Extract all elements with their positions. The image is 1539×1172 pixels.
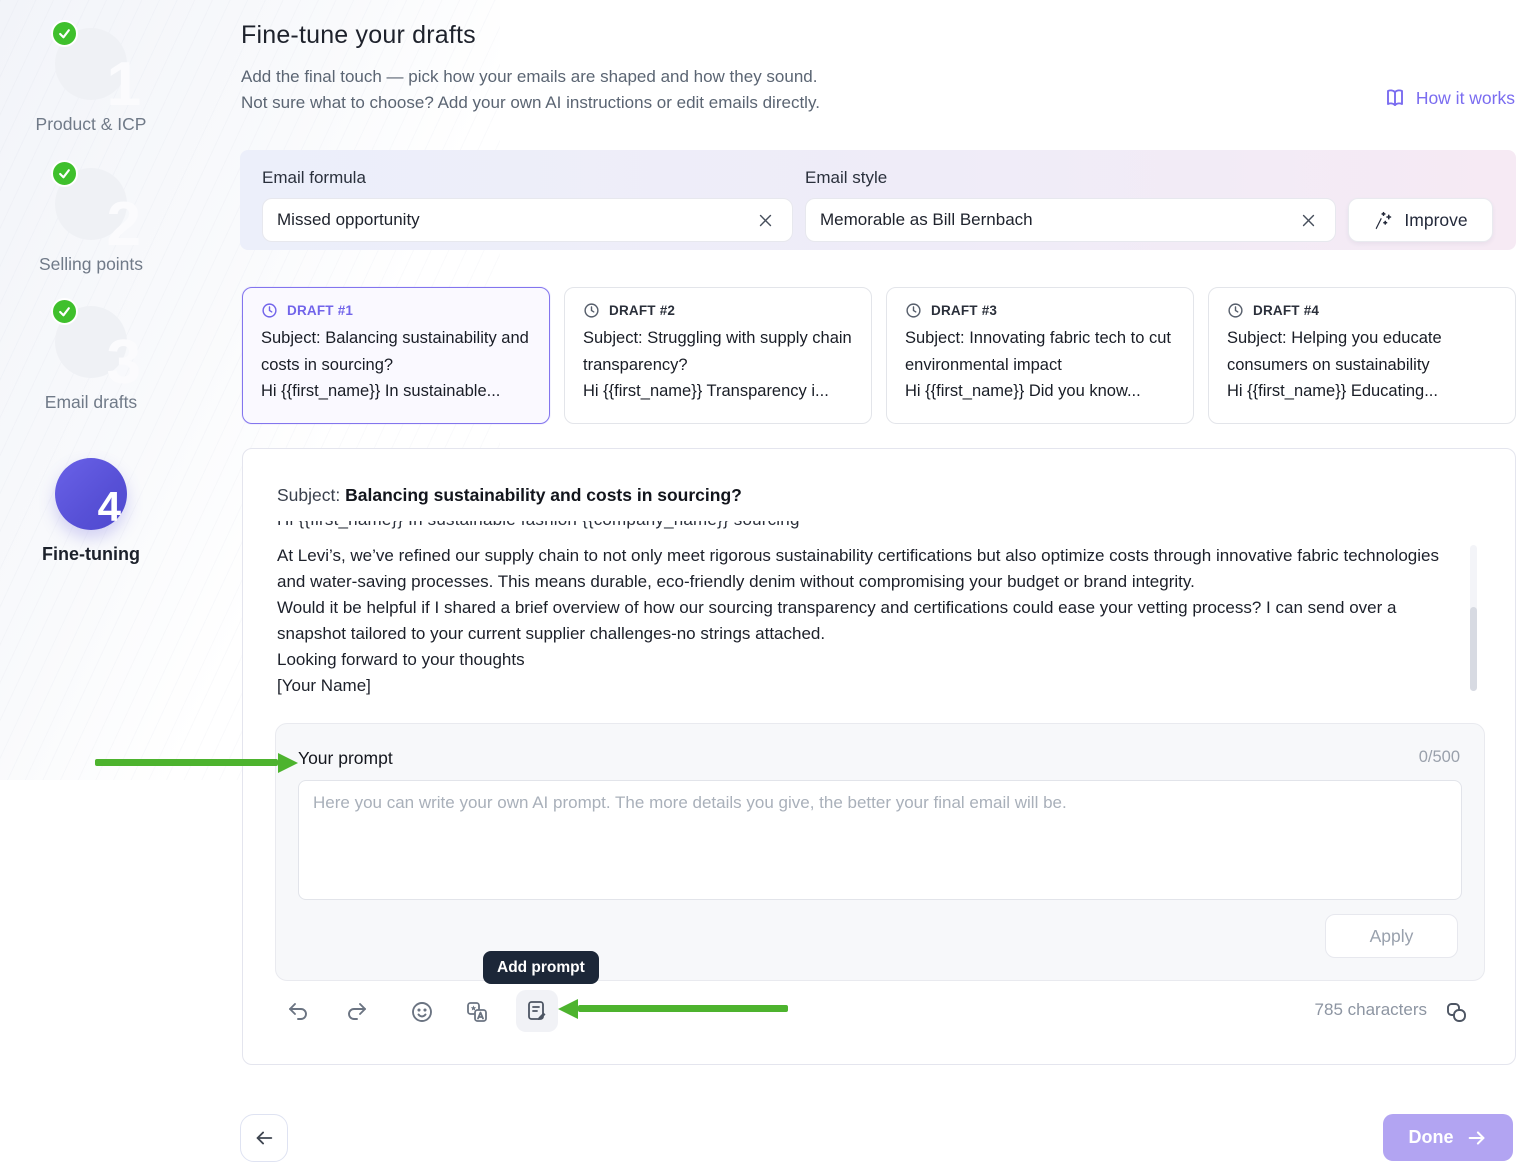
step-number: 4 (98, 486, 121, 528)
emoji-button[interactable] (406, 996, 438, 1028)
redo-icon (344, 1000, 368, 1024)
apply-button[interactable]: Apply (1325, 914, 1458, 958)
draft-label: DRAFT #2 (609, 303, 675, 318)
step-number: 3 (107, 332, 141, 394)
email-style-label: Email style (805, 168, 887, 188)
sidebar-step-email-drafts[interactable]: 3 Email drafts (6, 306, 176, 413)
step-label: Email drafts (6, 392, 176, 413)
smiley-icon (410, 1000, 434, 1024)
email-style-input[interactable] (820, 210, 1295, 230)
email-formula-label: Email formula (262, 168, 366, 188)
clock-icon (583, 302, 600, 319)
check-icon (51, 160, 78, 187)
draft-label: DRAFT #3 (931, 303, 997, 318)
check-icon (51, 298, 78, 325)
draft-card-3[interactable]: DRAFT #3 Subject: Innovating fabric tech… (886, 287, 1194, 424)
done-button[interactable]: Done (1383, 1114, 1513, 1161)
arrow-right-icon (1466, 1127, 1488, 1149)
fine-tuning-screen: 1 Product & ICP 2 Selling points 3 (0, 0, 1539, 1172)
step-circle-1: 1 (55, 28, 127, 100)
ai-prompt-panel: Your prompt 0/500 Apply (275, 723, 1485, 981)
email-editor-card: Subject: Balancing sustainability and co… (242, 448, 1516, 1065)
done-label: Done (1409, 1127, 1454, 1148)
copy-button[interactable] (1441, 997, 1471, 1027)
prompt-textarea[interactable] (298, 780, 1462, 900)
add-prompt-button[interactable] (516, 990, 558, 1032)
formula-style-panel: Email formula Email style Improve (240, 150, 1516, 250)
how-it-works-label: How it works (1416, 88, 1515, 109)
clear-style-icon[interactable] (1295, 207, 1321, 233)
subject-text: Balancing sustainability and costs in so… (345, 485, 742, 505)
improve-label: Improve (1404, 210, 1467, 231)
email-formula-input-wrap (262, 198, 793, 242)
step-circle-3: 3 (55, 306, 127, 378)
improve-button[interactable]: Improve (1348, 198, 1493, 242)
email-paragraph: At Levi’s, we’ve refined our supply chai… (277, 543, 1459, 595)
step-label: Product & ICP (6, 114, 176, 135)
draft-subject: Subject: Innovating fabric tech to cut e… (905, 325, 1175, 378)
back-button[interactable] (240, 1114, 288, 1162)
clear-formula-icon[interactable] (752, 207, 778, 233)
clipped-scrolled-line: Hi {{first_name}} In sustainable fashion… (277, 521, 1437, 534)
clock-icon (1227, 302, 1244, 319)
copy-icon (1444, 1000, 1468, 1024)
draft-preview: Hi {{first_name}} Did you know... (905, 378, 1175, 405)
translate-icon (465, 1000, 489, 1024)
clock-icon (905, 302, 922, 319)
prompt-label: Your prompt (298, 748, 393, 769)
redo-button[interactable] (340, 996, 372, 1028)
editor-toolbar: 785 characters (243, 990, 1517, 1034)
add-prompt-tooltip: Add prompt (483, 951, 599, 984)
draft-subject: Subject: Helping you educate consumers o… (1227, 325, 1497, 378)
draft-preview: Hi {{first_name}} Transparency i... (583, 378, 853, 405)
character-count: 785 characters (1315, 1000, 1427, 1020)
how-it-works-link[interactable]: How it works (1383, 86, 1515, 110)
undo-icon (287, 1000, 311, 1024)
draft-card-4[interactable]: DRAFT #4 Subject: Helping you educate co… (1208, 287, 1516, 424)
check-icon (51, 20, 78, 47)
step-label: Fine-tuning (6, 544, 176, 565)
email-body[interactable]: At Levi’s, we’ve refined our supply chai… (277, 543, 1459, 699)
email-subject-line: Subject: Balancing sustainability and co… (277, 485, 742, 506)
subtitle-line-1: Add the final touch — pick how your emai… (241, 64, 820, 90)
page-subtitle: Add the final touch — pick how your emai… (241, 64, 820, 116)
clock-icon (261, 302, 278, 319)
arrow-left-icon (253, 1127, 275, 1149)
step-circle-4: 4 (55, 458, 127, 530)
step-label: Selling points (6, 254, 176, 275)
draft-subject: Subject: Struggling with supply chain tr… (583, 325, 853, 378)
email-style-input-wrap (805, 198, 1336, 242)
magic-wand-icon (1373, 210, 1394, 231)
draft-subject: Subject: Balancing sustainability and co… (261, 325, 531, 378)
prompt-char-counter: 0/500 (1419, 748, 1460, 767)
email-paragraph: Looking forward to your thoughts (277, 647, 1459, 673)
subject-prefix: Subject: (277, 485, 345, 505)
email-formula-input[interactable] (277, 210, 752, 230)
draft-preview: Hi {{first_name}} In sustainable... (261, 378, 531, 405)
sidebar-step-fine-tuning[interactable]: 4 Fine-tuning (6, 458, 176, 565)
prompt-note-icon (525, 999, 549, 1023)
book-icon (1383, 86, 1407, 110)
step-number: 1 (107, 54, 141, 116)
draft-preview: Hi {{first_name}} Educating... (1227, 378, 1497, 405)
step-number: 2 (107, 194, 141, 256)
page-title: Fine-tune your drafts (241, 21, 476, 50)
sidebar-step-product-icp[interactable]: 1 Product & ICP (6, 28, 176, 135)
draft-label: DRAFT #1 (287, 303, 353, 318)
draft-label: DRAFT #4 (1253, 303, 1319, 318)
email-paragraph: Would it be helpful if I shared a brief … (277, 595, 1459, 647)
scrollbar-thumb[interactable] (1470, 607, 1477, 691)
subtitle-line-2: Not sure what to choose? Add your own AI… (241, 90, 820, 116)
translate-button[interactable] (461, 996, 493, 1028)
draft-card-2[interactable]: DRAFT #2 Subject: Struggling with supply… (564, 287, 872, 424)
email-body-scrollbar[interactable] (1470, 545, 1477, 691)
step-circle-2: 2 (55, 168, 127, 240)
undo-button[interactable] (283, 996, 315, 1028)
draft-card-1[interactable]: DRAFT #1 Subject: Balancing sustainabili… (242, 287, 550, 424)
email-paragraph: [Your Name] (277, 673, 1459, 699)
sidebar-step-selling-points[interactable]: 2 Selling points (6, 168, 176, 275)
